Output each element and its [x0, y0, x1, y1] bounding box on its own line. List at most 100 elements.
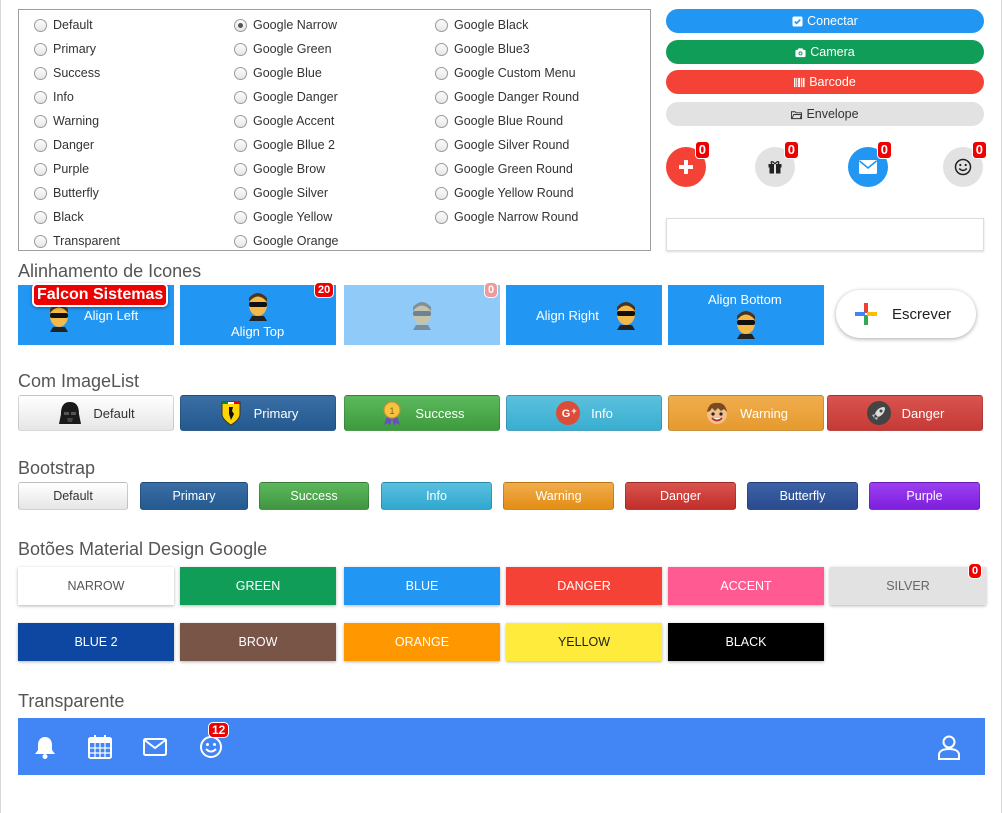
radio-circle[interactable]: [234, 210, 247, 224]
radio-circle[interactable]: [34, 66, 47, 80]
radio-google-blue3[interactable]: Google Blue3: [435, 37, 579, 61]
align-bottom-button[interactable]: Align Bottom: [668, 285, 824, 345]
imagelist-danger-button[interactable]: Danger: [827, 395, 983, 431]
radio-transparent[interactable]: Transparent: [34, 229, 120, 253]
mail-circle-button[interactable]: 0: [848, 141, 892, 187]
radio-google-silver-round[interactable]: Google Silver Round: [435, 133, 579, 157]
radio-circle[interactable]: [34, 18, 47, 32]
radio-circle[interactable]: [435, 18, 448, 32]
camera-button[interactable]: Camera: [666, 40, 984, 64]
radio-danger[interactable]: Danger: [34, 133, 120, 157]
radio-purple[interactable]: Purple: [34, 157, 120, 181]
barcode-button[interactable]: Barcode: [666, 70, 984, 94]
radio-circle[interactable]: [234, 234, 247, 248]
radio-circle[interactable]: [34, 138, 47, 152]
material-black-button[interactable]: BLACK: [668, 623, 824, 661]
mail-icon[interactable]: [142, 734, 168, 760]
material-green-button[interactable]: GREEN: [180, 567, 336, 605]
material-blue-button[interactable]: BLUE: [344, 567, 500, 605]
material-accent-button[interactable]: ACCENT: [668, 567, 824, 605]
radio-circle[interactable]: [435, 138, 448, 152]
radio-google-green-round[interactable]: Google Green Round: [435, 157, 579, 181]
radio-default[interactable]: Default: [34, 13, 120, 37]
radio-circle[interactable]: [435, 186, 448, 200]
radio-google-yellow[interactable]: Google Yellow: [234, 205, 338, 229]
bootstrap-success-button[interactable]: Success: [259, 482, 369, 510]
radio-circle-checked[interactable]: [234, 18, 247, 32]
radio-google-custom-menu[interactable]: Google Custom Menu: [435, 61, 579, 85]
add-circle-button[interactable]: 0: [666, 141, 710, 187]
write-fab-button[interactable]: Escrever: [836, 290, 976, 338]
imagelist-info-button[interactable]: G + Info: [506, 395, 662, 431]
radio-google-blue-round[interactable]: Google Blue Round: [435, 109, 579, 133]
material-blue-2-button[interactable]: BLUE 2: [18, 623, 174, 661]
material-orange-button[interactable]: ORANGE: [344, 623, 500, 661]
radio-circle[interactable]: [234, 90, 247, 104]
radio-circle[interactable]: [234, 114, 247, 128]
radio-circle[interactable]: [34, 162, 47, 176]
radio-circle[interactable]: [435, 210, 448, 224]
radio-warning[interactable]: Warning: [34, 109, 120, 133]
align-right-button[interactable]: Align Right: [506, 285, 662, 345]
empty-edit-field[interactable]: [666, 218, 984, 251]
radio-google-silver[interactable]: Google Silver: [234, 181, 338, 205]
radio-primary[interactable]: Primary: [34, 37, 120, 61]
radio-circle[interactable]: [234, 66, 247, 80]
bell-icon[interactable]: [32, 734, 58, 760]
radio-circle[interactable]: [435, 162, 448, 176]
radio-circle[interactable]: [234, 138, 247, 152]
material-danger-button[interactable]: DANGER: [506, 567, 662, 605]
bootstrap-danger-button[interactable]: Danger: [625, 482, 736, 510]
radio-circle[interactable]: [234, 162, 247, 176]
material-yellow-button[interactable]: YELLOW: [506, 623, 662, 661]
radio-circle[interactable]: [234, 42, 247, 56]
radio-google-narrow[interactable]: Google Narrow: [234, 13, 338, 37]
radio-black[interactable]: Black: [34, 205, 120, 229]
radio-google-orange[interactable]: Google Orange: [234, 229, 338, 253]
radio-google-yellow-round[interactable]: Google Yellow Round: [435, 181, 579, 205]
envelope-button[interactable]: Envelope: [666, 102, 984, 126]
bootstrap-warning-button[interactable]: Warning: [503, 482, 614, 510]
radio-google-blue-2[interactable]: Google Bllue 2: [234, 133, 338, 157]
radio-google-blue[interactable]: Google Blue: [234, 61, 338, 85]
radio-google-narrow-round[interactable]: Google Narrow Round: [435, 205, 579, 229]
bootstrap-primary-button[interactable]: Primary: [140, 482, 248, 510]
gift-circle-button[interactable]: 0: [755, 141, 799, 187]
imagelist-default-button[interactable]: Default: [18, 395, 174, 431]
radio-circle[interactable]: [435, 114, 448, 128]
radio-circle[interactable]: [34, 90, 47, 104]
radio-circle[interactable]: [34, 234, 47, 248]
radio-circle[interactable]: [34, 42, 47, 56]
bootstrap-butterfly-button[interactable]: Butterfly: [747, 482, 858, 510]
radio-google-green[interactable]: Google Green: [234, 37, 338, 61]
material-narrow-button[interactable]: NARROW: [18, 567, 174, 605]
material-brow-button[interactable]: BROW: [180, 623, 336, 661]
radio-butterfly[interactable]: Butterfly: [34, 181, 120, 205]
bootstrap-info-button[interactable]: Info: [381, 482, 492, 510]
imagelist-success-button[interactable]: 1 Success: [344, 395, 500, 431]
disabled-icon-button[interactable]: 0: [344, 282, 500, 345]
radio-circle[interactable]: [34, 186, 47, 200]
imagelist-primary-button[interactable]: Primary: [180, 395, 336, 431]
radio-circle[interactable]: [435, 90, 448, 104]
align-top-button[interactable]: Align Top 20: [180, 282, 336, 345]
bootstrap-default-button[interactable]: Default: [18, 482, 128, 510]
imagelist-warning-button[interactable]: Warning: [668, 395, 824, 431]
connect-button[interactable]: Conectar: [666, 9, 984, 33]
radio-google-danger-round[interactable]: Google Danger Round: [435, 85, 579, 109]
radio-circle[interactable]: [435, 66, 448, 80]
user-icon[interactable]: [936, 734, 962, 760]
smile-circle-button[interactable]: 0: [943, 141, 987, 187]
radio-circle[interactable]: [435, 42, 448, 56]
align-left-button[interactable]: Align Left Falcon Sistemas: [18, 283, 174, 345]
bootstrap-purple-button[interactable]: Purple: [869, 482, 980, 510]
radio-google-accent[interactable]: Google Accent: [234, 109, 338, 133]
material-silver-button[interactable]: SILVER: [830, 567, 986, 605]
radio-success[interactable]: Success: [34, 61, 120, 85]
radio-circle[interactable]: [234, 186, 247, 200]
radio-google-brow[interactable]: Google Brow: [234, 157, 338, 181]
radio-circle[interactable]: [34, 114, 47, 128]
calendar-icon[interactable]: [87, 734, 113, 760]
radio-circle[interactable]: [34, 210, 47, 224]
radio-info[interactable]: Info: [34, 85, 120, 109]
